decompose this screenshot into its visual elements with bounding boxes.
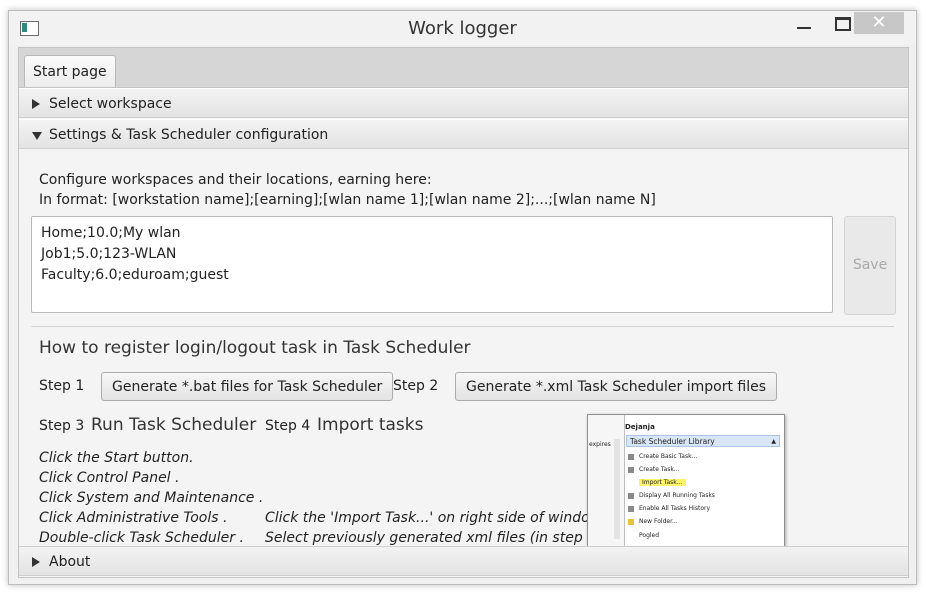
step3-instruction: Click System and Maintenance .: [39, 490, 264, 506]
screenshot-item: Enable All Tasks History: [628, 505, 710, 512]
step3-instruction: Click the Start button.: [39, 450, 194, 466]
step3-instruction: Double-click Task Scheduler .: [39, 530, 244, 546]
save-button[interactable]: Save: [844, 216, 896, 315]
step2-label: Step 2: [393, 378, 439, 394]
divider: [31, 326, 894, 327]
step4-label: Step 4: [265, 418, 311, 434]
step4-instruction: Select previously generated xml files (i…: [265, 530, 606, 546]
config-line: Job1;5.0;123-WLAN: [41, 246, 177, 262]
step1-label: Step 1: [39, 378, 85, 394]
tab-strip: Start page: [18, 47, 909, 88]
screenshot-item-label: New Folder...: [639, 518, 678, 525]
tab-start-page[interactable]: Start page: [24, 55, 116, 88]
intro-text: Configure workspaces and their locations…: [39, 172, 432, 188]
tab-content: Select workspace Settings & Task Schedul…: [18, 87, 909, 578]
step3-label: Step 3: [39, 418, 85, 434]
task-icon: [628, 505, 634, 512]
screenshot-item: New Folder...: [628, 518, 678, 525]
folder-icon: [628, 518, 634, 525]
screenshot-left-label: expires: [589, 441, 611, 448]
screenshot-left-panel: expires: [588, 415, 625, 548]
chevron-right-icon: [32, 557, 40, 567]
chevron-down-icon: [32, 132, 42, 140]
step3-instruction: Click Control Panel .: [39, 470, 180, 486]
pane-title: About: [49, 554, 91, 570]
pane-title: Select workspace: [49, 96, 172, 112]
step4-instruction: Click the 'Import Task...' on right side…: [265, 510, 605, 526]
step4-title: Import tasks: [317, 415, 424, 435]
screenshot-scrollbar: [614, 439, 620, 539]
screenshot-item-label: Pogled: [639, 532, 660, 539]
step3-instruction: Click Administrative Tools .: [39, 510, 228, 526]
pane-header-about[interactable]: About: [19, 546, 908, 576]
screenshot-item: Import Task...: [628, 479, 686, 486]
screenshot-item-label: Create Task...: [639, 466, 680, 473]
screenshot-item-label: Create Basic Task...: [639, 453, 698, 460]
screenshot-header: Dejanja: [625, 423, 655, 431]
screenshot-item: Create Basic Task...: [628, 453, 697, 460]
screenshot-item-label: Enable All Tasks History: [639, 505, 711, 512]
generate-bat-button[interactable]: Generate *.bat files for Task Scheduler: [101, 372, 394, 401]
step3-title: Run Task Scheduler: [91, 415, 257, 435]
format-text: In format: [workstation name];[earning];…: [39, 192, 656, 208]
pane-header-select-workspace[interactable]: Select workspace: [19, 88, 908, 118]
workspace-config-textarea[interactable]: Home;10.0;My wlan Job1;5.0;123-WLAN Facu…: [31, 216, 833, 313]
scheduler-heading: How to register login/logout task in Tas…: [39, 338, 471, 358]
screenshot-item-label-highlighted: Import Task...: [639, 479, 686, 486]
pane-header-settings[interactable]: Settings & Task Scheduler configuration: [19, 119, 908, 149]
config-line: Home;10.0;My wlan: [41, 225, 181, 241]
task-scheduler-screenshot: expires Dejanja Task Scheduler Library C…: [587, 414, 785, 549]
generate-xml-button[interactable]: Generate *.xml Task Scheduler import fil…: [455, 372, 778, 401]
task-icon: [628, 466, 634, 473]
screenshot-item-label: Display All Running Tasks: [639, 492, 715, 499]
window-title: Work logger: [408, 18, 517, 39]
app-window: Work logger ✕ Start page Select workspac…: [8, 10, 917, 585]
task-icon: [628, 453, 634, 460]
minimize-icon[interactable]: [785, 11, 823, 37]
chevron-right-icon: [32, 99, 40, 109]
close-icon[interactable]: ✕: [854, 12, 904, 34]
settings-pane: Configure workspaces and their locations…: [19, 150, 908, 549]
config-line: Faculty;6.0;eduroam;guest: [41, 267, 229, 283]
screenshot-item: Pogled: [628, 532, 659, 539]
title-bar[interactable]: Work logger ✕: [9, 11, 916, 45]
task-icon: [628, 492, 634, 499]
screenshot-item: Display All Running Tasks: [628, 492, 715, 499]
screenshot-library: Task Scheduler Library: [626, 435, 780, 448]
screenshot-item: Create Task...: [628, 466, 680, 473]
pane-title: Settings & Task Scheduler configuration: [49, 127, 329, 143]
